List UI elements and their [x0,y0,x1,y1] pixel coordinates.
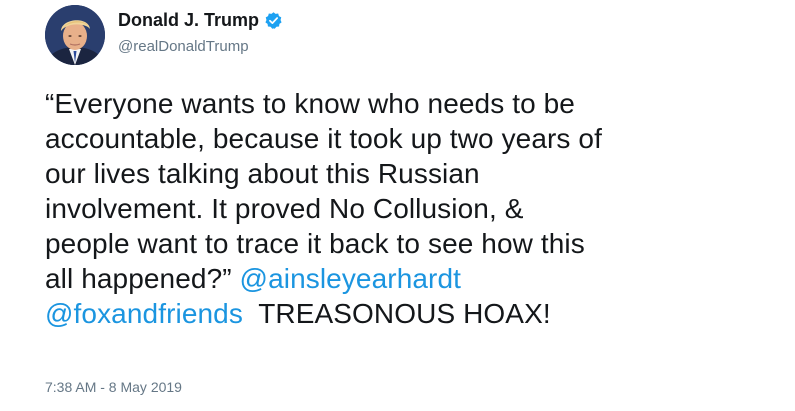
display-name[interactable]: Donald J. Trump [118,8,259,32]
tweet-text-line: people want to trace it back to see how … [45,228,585,259]
tweet-text: “Everyone wants to know who needs to be … [45,86,765,331]
tweet-card: Donald J. Trump @realDonaldTrump “Everyo… [0,0,795,411]
name-row: Donald J. Trump [118,8,283,32]
profile-photo-icon [45,5,105,65]
tweet-text-line: accountable, because it took up two year… [45,123,602,154]
tweet-text-line: “Everyone wants to know who needs to be [45,88,575,119]
tweet-text-line: @foxandfriends TREASONOUS HOAX! [45,296,765,331]
avatar[interactable] [45,5,105,65]
mention-link-foxandfriends[interactable]: @foxandfriends [45,298,243,329]
tweet-timestamp[interactable]: 7:38 AM - 8 May 2019 [45,378,182,396]
tweet-text-segment: all happened?” [45,263,240,294]
verified-badge-icon [264,11,283,30]
tweet-text-line: all happened?” @ainsleyearhardt [45,261,765,296]
mention-link-ainsleyearhardt[interactable]: @ainsleyearhardt [240,263,461,294]
tweet-text-line: our lives talking about this Russian [45,158,480,189]
user-handle[interactable]: @realDonaldTrump [118,38,283,56]
tweet-text-line: involvement. It proved No Collusion, & [45,193,524,224]
tweet-header: Donald J. Trump @realDonaldTrump [118,8,283,56]
tweet-text-segment: TREASONOUS HOAX! [258,298,551,329]
